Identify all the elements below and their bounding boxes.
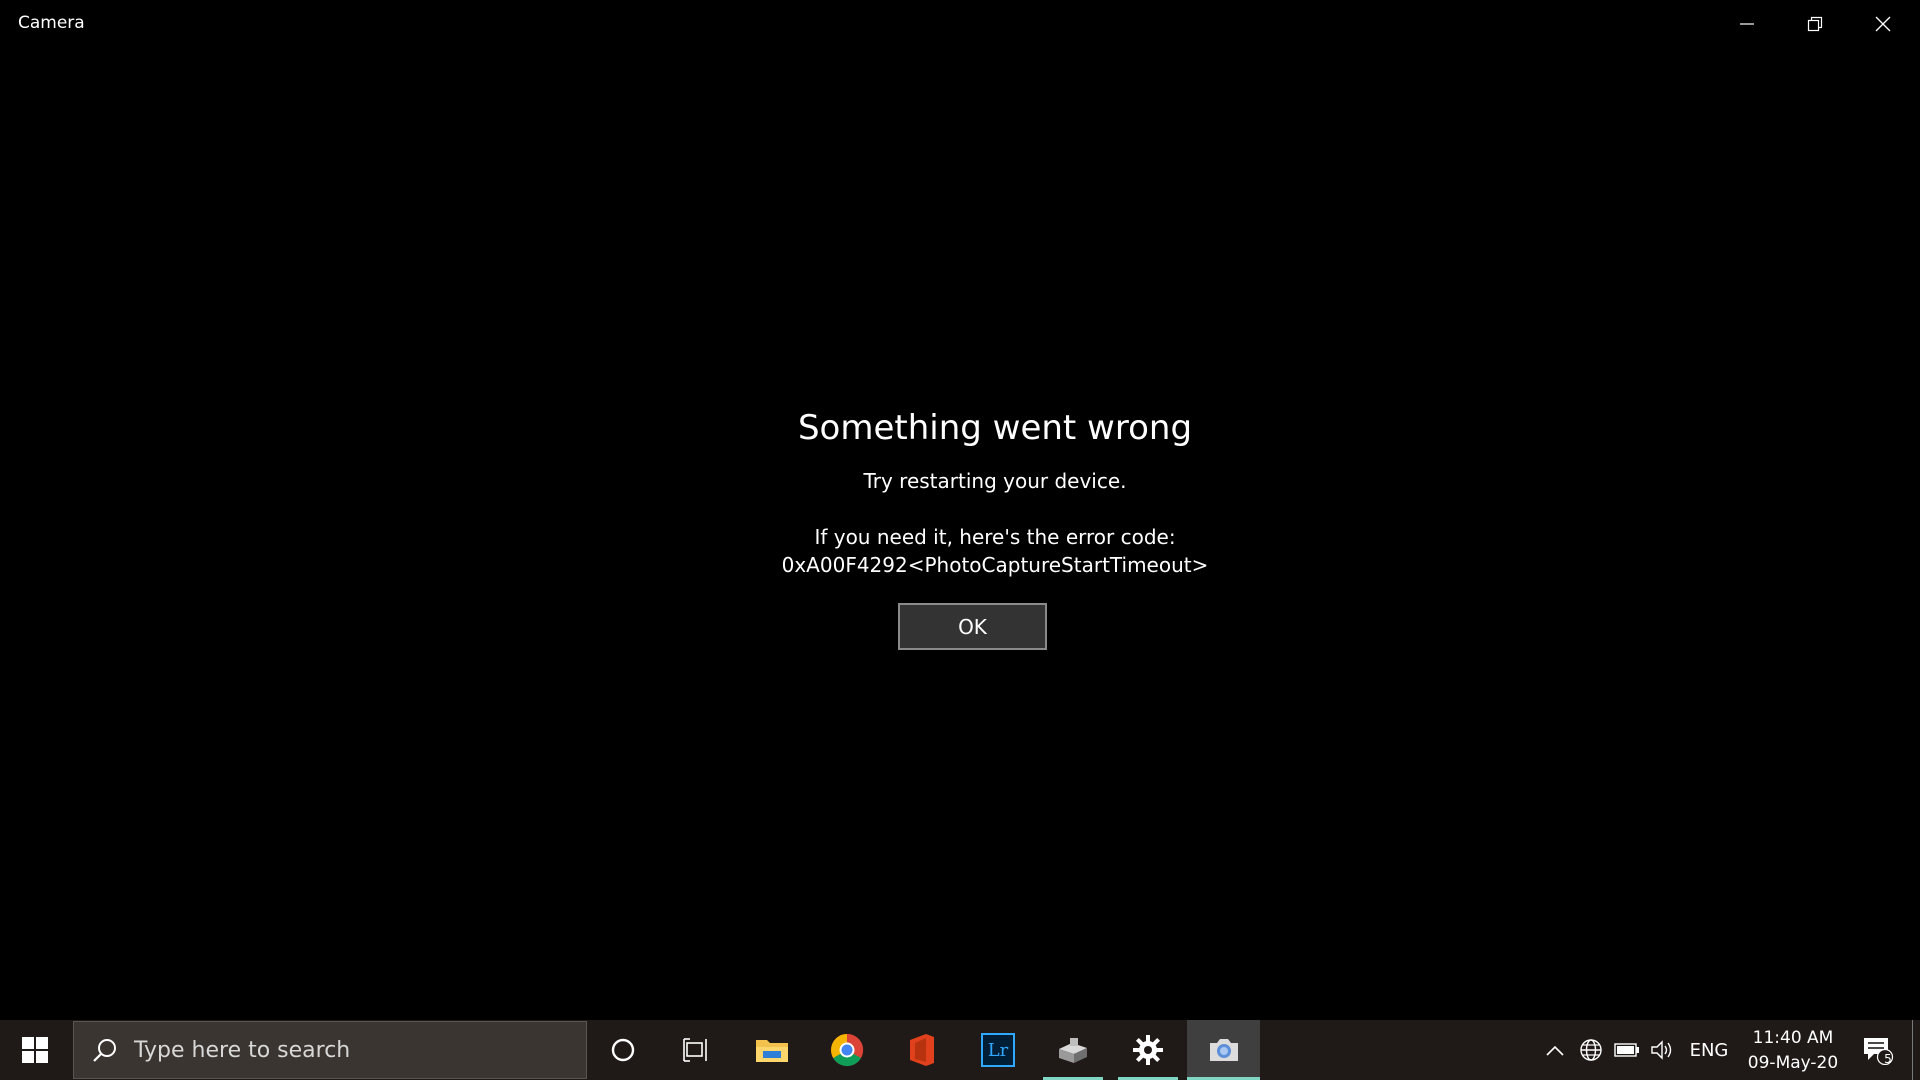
taskbar-app-chrome[interactable] bbox=[817, 1020, 877, 1080]
error-title: Something went wrong bbox=[797, 408, 1193, 448]
camera-icon bbox=[1209, 1039, 1238, 1061]
task-view-icon bbox=[683, 1038, 707, 1062]
show-hidden-icons-button[interactable] bbox=[1541, 1020, 1569, 1080]
minimize-button[interactable] bbox=[1713, 0, 1781, 48]
chrome-icon bbox=[831, 1033, 864, 1067]
clock[interactable]: 11:40 AM 09-May-20 bbox=[1738, 1026, 1848, 1076]
windows-logo-icon bbox=[22, 1037, 48, 1063]
error-hint: Try restarting your device. bbox=[863, 469, 1127, 493]
taskbar-app-file-explorer[interactable] bbox=[742, 1020, 802, 1080]
close-button[interactable] bbox=[1849, 0, 1917, 48]
clock-date: 09-May-20 bbox=[1747, 1053, 1839, 1073]
restore-button[interactable] bbox=[1781, 0, 1849, 48]
camera-app-window: Camera Something went wrong Try restarti… bbox=[0, 0, 1920, 1020]
task-view-button[interactable] bbox=[666, 1020, 726, 1080]
taskbar-app-camera[interactable] bbox=[1187, 1020, 1260, 1080]
search-placeholder: Type here to search bbox=[134, 1037, 351, 1063]
show-desktop-button[interactable] bbox=[1912, 1020, 1920, 1080]
taskbar-search-box[interactable]: Type here to search bbox=[73, 1021, 587, 1079]
clock-time: 11:40 AM bbox=[1752, 1028, 1834, 1048]
input-language-button[interactable]: ENG bbox=[1684, 1020, 1734, 1080]
notification-count: 5 bbox=[1884, 1052, 1892, 1066]
volume-button[interactable] bbox=[1648, 1020, 1678, 1080]
battery-button[interactable] bbox=[1612, 1020, 1642, 1080]
volume-icon bbox=[1651, 1040, 1672, 1060]
office-icon bbox=[910, 1034, 934, 1066]
lightroom-label: Lr bbox=[987, 1039, 1009, 1061]
minimize-icon bbox=[1740, 23, 1754, 25]
ok-button[interactable]: OK bbox=[898, 603, 1047, 650]
error-code-label: If you need it, here's the error code: bbox=[814, 525, 1176, 549]
network-button[interactable] bbox=[1576, 1020, 1606, 1080]
tool-icon bbox=[1059, 1038, 1087, 1063]
cortana-circle-icon bbox=[611, 1038, 635, 1062]
taskbar: Type here to search Lr ENG 11:40 AM 09-M… bbox=[0, 1020, 1920, 1080]
action-center-button[interactable]: 5 bbox=[1856, 1020, 1900, 1080]
close-icon bbox=[1875, 16, 1891, 32]
gear-icon bbox=[1133, 1035, 1163, 1065]
window-title: Camera bbox=[18, 13, 85, 33]
taskbar-app-tool[interactable] bbox=[1043, 1020, 1103, 1080]
folder-icon bbox=[756, 1040, 788, 1062]
chevron-up-icon bbox=[1546, 1045, 1564, 1056]
title-bar: Camera bbox=[0, 0, 1920, 48]
globe-icon bbox=[1580, 1039, 1602, 1061]
battery-icon bbox=[1614, 1043, 1639, 1057]
search-icon bbox=[93, 1039, 116, 1062]
cortana-button[interactable] bbox=[593, 1020, 653, 1080]
taskbar-app-settings[interactable] bbox=[1118, 1020, 1178, 1080]
restore-icon bbox=[1807, 16, 1823, 32]
lightroom-icon: Lr bbox=[981, 1033, 1015, 1067]
taskbar-app-office[interactable] bbox=[892, 1020, 952, 1080]
taskbar-app-lightroom[interactable]: Lr bbox=[968, 1020, 1028, 1080]
error-code: 0xA00F4292<PhotoCaptureStartTimeout> bbox=[781, 553, 1209, 577]
start-button[interactable] bbox=[0, 1020, 70, 1080]
